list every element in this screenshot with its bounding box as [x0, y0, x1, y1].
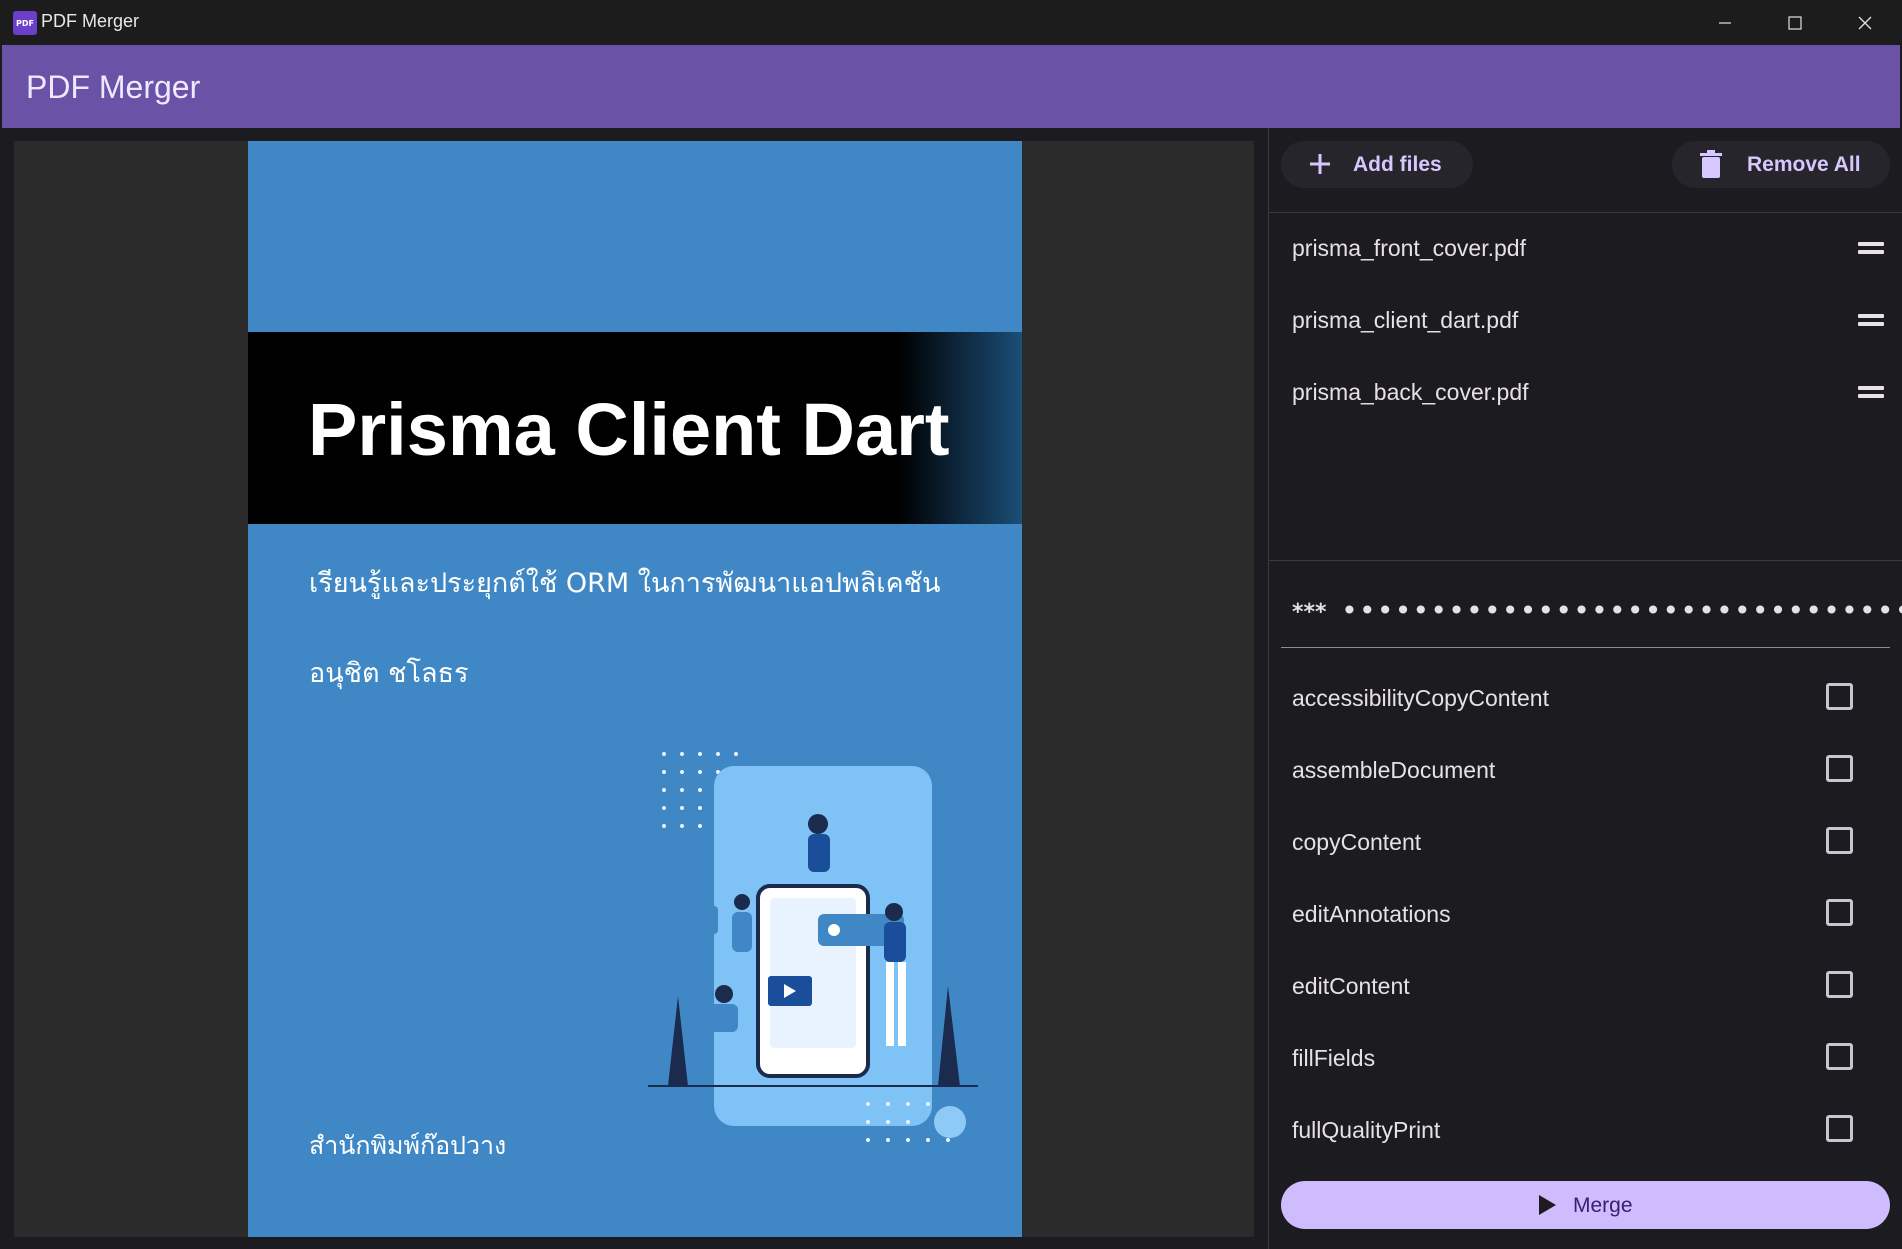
permission-checkbox[interactable] — [1826, 899, 1853, 926]
permission-checkbox[interactable] — [1826, 971, 1853, 998]
permission-label: fillFields — [1292, 1045, 1376, 1071]
remove-all-button[interactable]: Remove All — [1672, 141, 1890, 188]
merge-button[interactable]: Merge — [1281, 1181, 1890, 1229]
drag-handle-icon[interactable] — [1858, 242, 1884, 254]
permission-row[interactable]: assembleDocument — [1269, 735, 1902, 807]
page-author: อนุชิต ชโลธร — [309, 658, 469, 689]
page-title: Prisma Client Dart — [308, 388, 950, 471]
permission-label: accessibilityCopyContent — [1292, 685, 1549, 711]
permission-checkbox[interactable] — [1826, 1115, 1853, 1142]
close-icon — [1858, 16, 1872, 29]
maximize-button[interactable] — [1760, 0, 1830, 45]
permission-label: editAnnotations — [1292, 901, 1451, 927]
permission-label: copyContent — [1292, 829, 1422, 855]
pdf-app-icon: PDF — [13, 11, 37, 35]
page-subtitle: เรียนรู้และประยุกต์ใช้ ORM ในการพัฒนาแอป… — [309, 568, 941, 599]
side-panel: Add files Remove All prisma_front_cover.… — [1268, 128, 1902, 1249]
preview-page: Prisma Client Dart เรียนรู้และประยุกต์ใช… — [248, 141, 1022, 1237]
permission-row[interactable]: editContent — [1269, 951, 1902, 1023]
remove-all-label: Remove All — [1747, 153, 1861, 176]
permission-row[interactable]: fillFields — [1269, 1023, 1902, 1095]
file-list: prisma_front_cover.pdf prisma_client_dar… — [1269, 213, 1902, 560]
plus-icon — [1310, 154, 1330, 174]
title-bar[interactable]: PDF PDF Merger — [0, 0, 1902, 45]
app-bar-title: PDF Merger — [26, 69, 201, 105]
window-title: PDF Merger — [41, 11, 140, 31]
add-files-label: Add files — [1353, 153, 1442, 176]
app-window: PDF PDF Merger PDF Merger Prisma Client … — [0, 0, 1902, 1249]
file-list-item[interactable]: prisma_front_cover.pdf — [1269, 213, 1902, 285]
file-name: prisma_back_cover.pdf — [1292, 379, 1529, 405]
permission-row[interactable]: accessibilityCopyContent — [1269, 663, 1902, 735]
permission-checkbox[interactable] — [1826, 1043, 1853, 1070]
trash-icon — [1700, 150, 1722, 178]
pdf-preview[interactable]: Prisma Client Dart เรียนรู้และประยุกต์ใช… — [14, 141, 1254, 1237]
permission-checkbox[interactable] — [1826, 755, 1853, 782]
permission-row[interactable]: editAnnotations — [1269, 879, 1902, 951]
divider — [1269, 560, 1902, 561]
permission-checkbox[interactable] — [1826, 683, 1853, 710]
permission-row[interactable]: copyContent — [1269, 807, 1902, 879]
file-name: prisma_client_dart.pdf — [1292, 307, 1519, 333]
file-list-item[interactable]: prisma_client_dart.pdf — [1269, 285, 1902, 357]
password-field[interactable]: *** ••••••••••••••••••••••••••••••••• — [1281, 588, 1902, 648]
permission-label: editContent — [1292, 973, 1410, 999]
add-files-button[interactable]: Add files — [1281, 141, 1473, 188]
file-list-item[interactable]: prisma_back_cover.pdf — [1269, 357, 1902, 429]
people-phone-illustration — [648, 752, 978, 1142]
app-bar: PDF Merger — [2, 45, 1900, 128]
permission-label: fullQualityPrint — [1292, 1117, 1441, 1143]
drag-handle-icon[interactable] — [1858, 386, 1884, 398]
close-button[interactable] — [1830, 0, 1900, 45]
permission-checkbox[interactable] — [1826, 827, 1853, 854]
page-publisher: สำนักพิมพ์ก๊อปวาง — [309, 1131, 507, 1160]
minimize-icon — [1719, 21, 1731, 24]
page-title-banner: Prisma Client Dart — [248, 332, 1022, 524]
permission-label: assembleDocument — [1292, 757, 1496, 783]
file-name: prisma_front_cover.pdf — [1292, 235, 1526, 261]
play-icon — [1539, 1195, 1556, 1215]
permission-row[interactable]: fullQualityPrint — [1269, 1095, 1902, 1167]
drag-handle-icon[interactable] — [1858, 314, 1884, 326]
password-icon: *** — [1292, 600, 1327, 625]
password-value[interactable]: ••••••••••••••••••••••••••••••••• — [1341, 594, 1902, 627]
minimize-button[interactable] — [1690, 0, 1760, 45]
maximize-icon — [1788, 15, 1802, 30]
merge-label: Merge — [1573, 1194, 1633, 1217]
